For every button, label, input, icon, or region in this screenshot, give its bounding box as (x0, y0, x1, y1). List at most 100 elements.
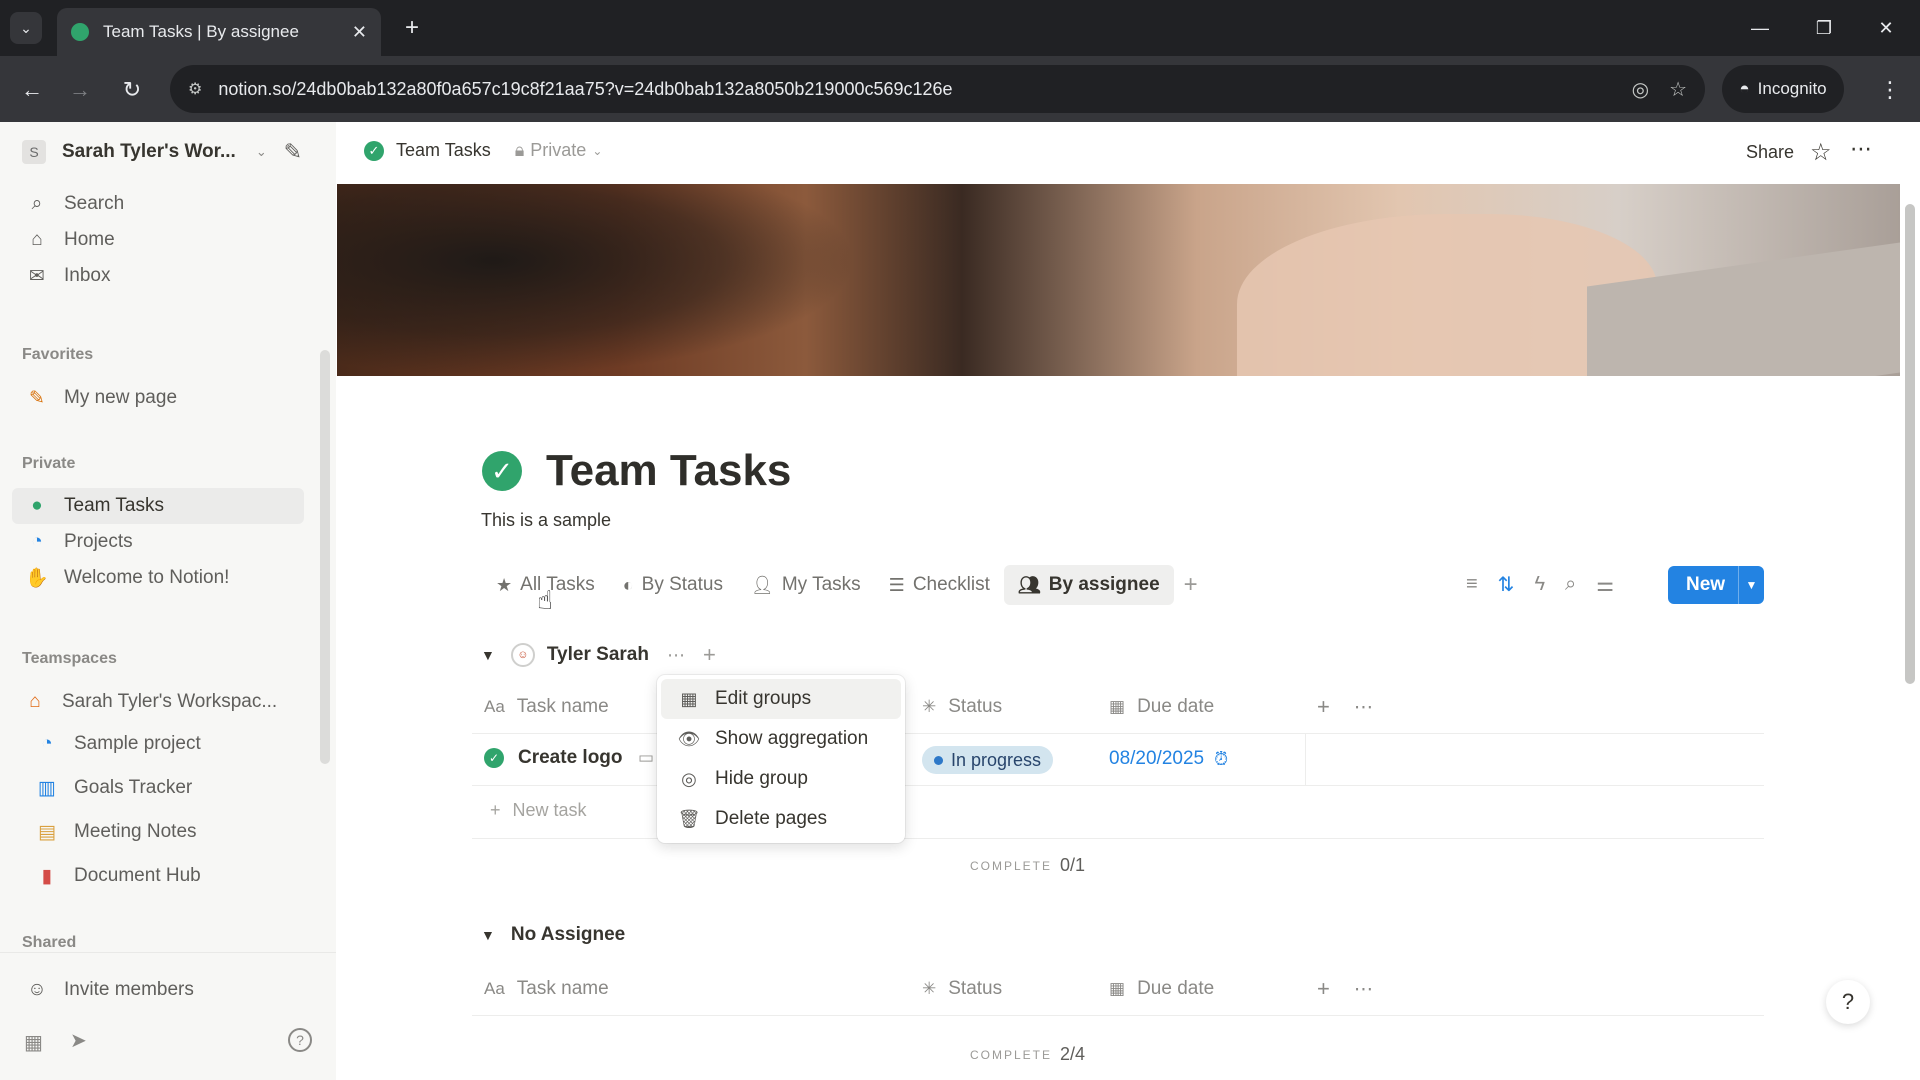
comment-icon[interactable]: ▭ (638, 748, 654, 768)
sidebar-item-search[interactable]: ⌕ Search (12, 186, 304, 222)
back-button[interactable]: ← (12, 70, 52, 110)
new-button-label[interactable]: New (1668, 574, 1738, 596)
workspace-switcher[interactable]: S Sarah Tyler's Wor... ⌄ ✎ (22, 136, 322, 168)
new-task-button[interactable]: + New task (490, 800, 587, 821)
status-badge[interactable]: In progress (922, 746, 1054, 774)
address-bar[interactable]: ⚙ notion.so/24db0bab132a80f0a657c19c8f21… (170, 65, 1705, 113)
group-more-icon[interactable]: ⋯ (667, 645, 685, 666)
restore-button[interactable]: ❐ (1800, 8, 1848, 48)
tab-close-icon[interactable]: ✕ (352, 22, 367, 43)
complete-aggregation[interactable]: COMPLETE 2/4 (970, 1044, 1085, 1065)
task-name-cell[interactable]: ✓ Create logo (484, 747, 623, 769)
complete-value: 2/4 (1060, 1044, 1086, 1064)
column-more-icon[interactable]: ⋯ (1354, 978, 1373, 1001)
share-button[interactable]: Share (1746, 142, 1794, 163)
help-icon[interactable]: ? (288, 1028, 312, 1052)
eye-icon: 👁︎ (677, 728, 701, 749)
favorite-star-icon[interactable]: ☆ (1810, 138, 1832, 167)
check-circle-icon: ● (31, 495, 43, 516)
send-icon[interactable]: ➤ (70, 1028, 87, 1053)
search-icon[interactable]: ⌕ (1565, 573, 1576, 596)
person-icon: 👤︎ (750, 574, 774, 595)
sidebar-item-goals-tracker[interactable]: ▥ Goals Tracker (12, 770, 304, 806)
chevron-down-icon[interactable]: ▼ (1738, 566, 1764, 604)
site-info-icon[interactable]: ⚙ (188, 79, 202, 99)
due-date-cell[interactable]: 08/20/2025 ⏰︎ (1109, 748, 1228, 770)
menu-item-edit-groups[interactable]: ▦ Edit groups (661, 679, 901, 719)
complete-aggregation[interactable]: COMPLETE 0/1 (970, 855, 1085, 876)
filter-icon[interactable]: ≡ (1466, 573, 1478, 596)
column-task-name[interactable]: Aa Task name (484, 978, 609, 1000)
column-status[interactable]: ✳ Status (922, 978, 1002, 1000)
sidebar-item-my-new-page[interactable]: ✎ My new page (12, 380, 304, 416)
close-window-button[interactable]: ✕ (1862, 8, 1910, 48)
calendar-app-icon[interactable]: ▦ (24, 1030, 43, 1055)
sidebar-item-sample-project[interactable]: ◔ Sample project (12, 726, 304, 762)
sidebar-item-label: Document Hub (74, 865, 201, 886)
url-text[interactable]: notion.so/24db0bab132a80f0a657c19c8f21aa… (218, 79, 1611, 100)
browser-tab-active[interactable]: Team Tasks | By assignee ✕ (57, 8, 381, 56)
eye-off-icon[interactable]: ◎ (1632, 77, 1649, 102)
sort-icon[interactable]: ⇅ (1498, 572, 1515, 597)
browser-menu-button[interactable]: ⋮ (1872, 70, 1908, 110)
breadcrumb[interactable]: ✓ Team Tasks 🔒︎ Private ⌄ (364, 140, 602, 161)
new-button[interactable]: New ▼ (1668, 566, 1764, 604)
sidebar-item-workspace-teamspace[interactable]: ⌂ Sarah Tyler's Workspac... (12, 684, 304, 720)
sidebar-item-invite-members[interactable]: ☺ Invite members (12, 972, 304, 1008)
help-button[interactable]: ? (1826, 980, 1870, 1024)
automation-bolt-icon[interactable]: ϟ (1534, 573, 1545, 596)
tab-by-status[interactable]: ◐ By Status (609, 565, 737, 605)
new-tab-button[interactable]: + (396, 12, 428, 44)
sidebar-item-document-hub[interactable]: ▮ Document Hub (12, 858, 304, 894)
menu-item-hide-group[interactable]: ◎ Hide group (661, 759, 901, 799)
incognito-badge[interactable]: ◓ Incognito (1722, 65, 1844, 113)
sidebar-item-label: My new page (64, 387, 178, 408)
scrollbar-thumb[interactable] (1905, 204, 1915, 684)
sidebar-scrollbar[interactable] (320, 350, 330, 764)
more-options-icon[interactable]: ⋯ (1850, 136, 1872, 162)
page-icon-check[interactable]: ✓ (482, 451, 522, 491)
main-scrollbar[interactable] (1900, 184, 1920, 1080)
group-header-tyler-sarah[interactable]: ▼ ☺ Tyler Sarah ⋯ + (481, 642, 716, 668)
complete-label: COMPLETE (970, 1047, 1053, 1062)
column-task-name[interactable]: Aa Task name (484, 696, 609, 718)
people-icon: 👥︎ (1017, 574, 1041, 595)
page-description[interactable]: This is a sample (481, 510, 611, 531)
sidebar-item-inbox[interactable]: ✉ Inbox (12, 258, 304, 294)
reload-button[interactable]: ↻ (112, 70, 152, 110)
column-due-date[interactable]: ▦ Due date (1109, 978, 1214, 1000)
tab-search-button[interactable]: ⌄ (10, 12, 42, 44)
add-property-icon[interactable]: + (1317, 694, 1330, 720)
settings-sliders-icon[interactable]: ⚌ (1596, 572, 1614, 597)
add-property-icon[interactable]: + (1317, 976, 1330, 1002)
status-icon: ✳ (922, 697, 937, 716)
column-status[interactable]: ✳ Status (922, 696, 1002, 718)
tab-by-assignee[interactable]: 👥︎ By assignee (1003, 565, 1174, 605)
sidebar-item-welcome[interactable]: ✋ Welcome to Notion! (12, 560, 304, 596)
minimize-button[interactable]: — (1736, 8, 1784, 48)
new-page-icon[interactable]: ✎ (284, 139, 302, 165)
menu-item-delete-pages[interactable]: 🗑︎ Delete pages (661, 799, 901, 839)
page-title-text[interactable]: Team Tasks (546, 446, 791, 496)
page-title[interactable]: ✓ Team Tasks (482, 446, 791, 496)
collapse-triangle-icon[interactable]: ▼ (481, 927, 495, 943)
collapse-triangle-icon[interactable]: ▼ (481, 647, 495, 663)
privacy-indicator[interactable]: 🔒︎ Private ⌄ (515, 140, 603, 161)
group-add-icon[interactable]: + (703, 642, 716, 668)
tab-my-tasks[interactable]: 👤︎ My Tasks (737, 565, 875, 605)
projects-icon: ◔ (41, 733, 53, 754)
column-due-date[interactable]: ▦ Due date (1109, 696, 1214, 718)
add-view-button[interactable]: + (1174, 565, 1208, 605)
menu-item-show-aggregation[interactable]: 👁︎ Show aggregation (661, 719, 901, 759)
reload-icon: ↻ (122, 77, 142, 102)
forward-button[interactable]: → (60, 70, 100, 110)
tab-checklist[interactable]: ☰ Checklist (875, 565, 1004, 605)
group-header-no-assignee[interactable]: ▼ No Assignee (481, 924, 625, 946)
sidebar-item-meeting-notes[interactable]: ▤ Meeting Notes (12, 814, 304, 850)
task-name[interactable]: Create logo (518, 747, 623, 769)
column-more-icon[interactable]: ⋯ (1354, 696, 1373, 719)
sidebar-item-projects[interactable]: ◔ Projects (12, 524, 304, 560)
sidebar-item-team-tasks[interactable]: ● Team Tasks (12, 488, 304, 524)
sidebar-item-home[interactable]: ⌂ Home (12, 222, 304, 258)
bookmark-star-icon[interactable]: ☆ (1669, 77, 1687, 102)
